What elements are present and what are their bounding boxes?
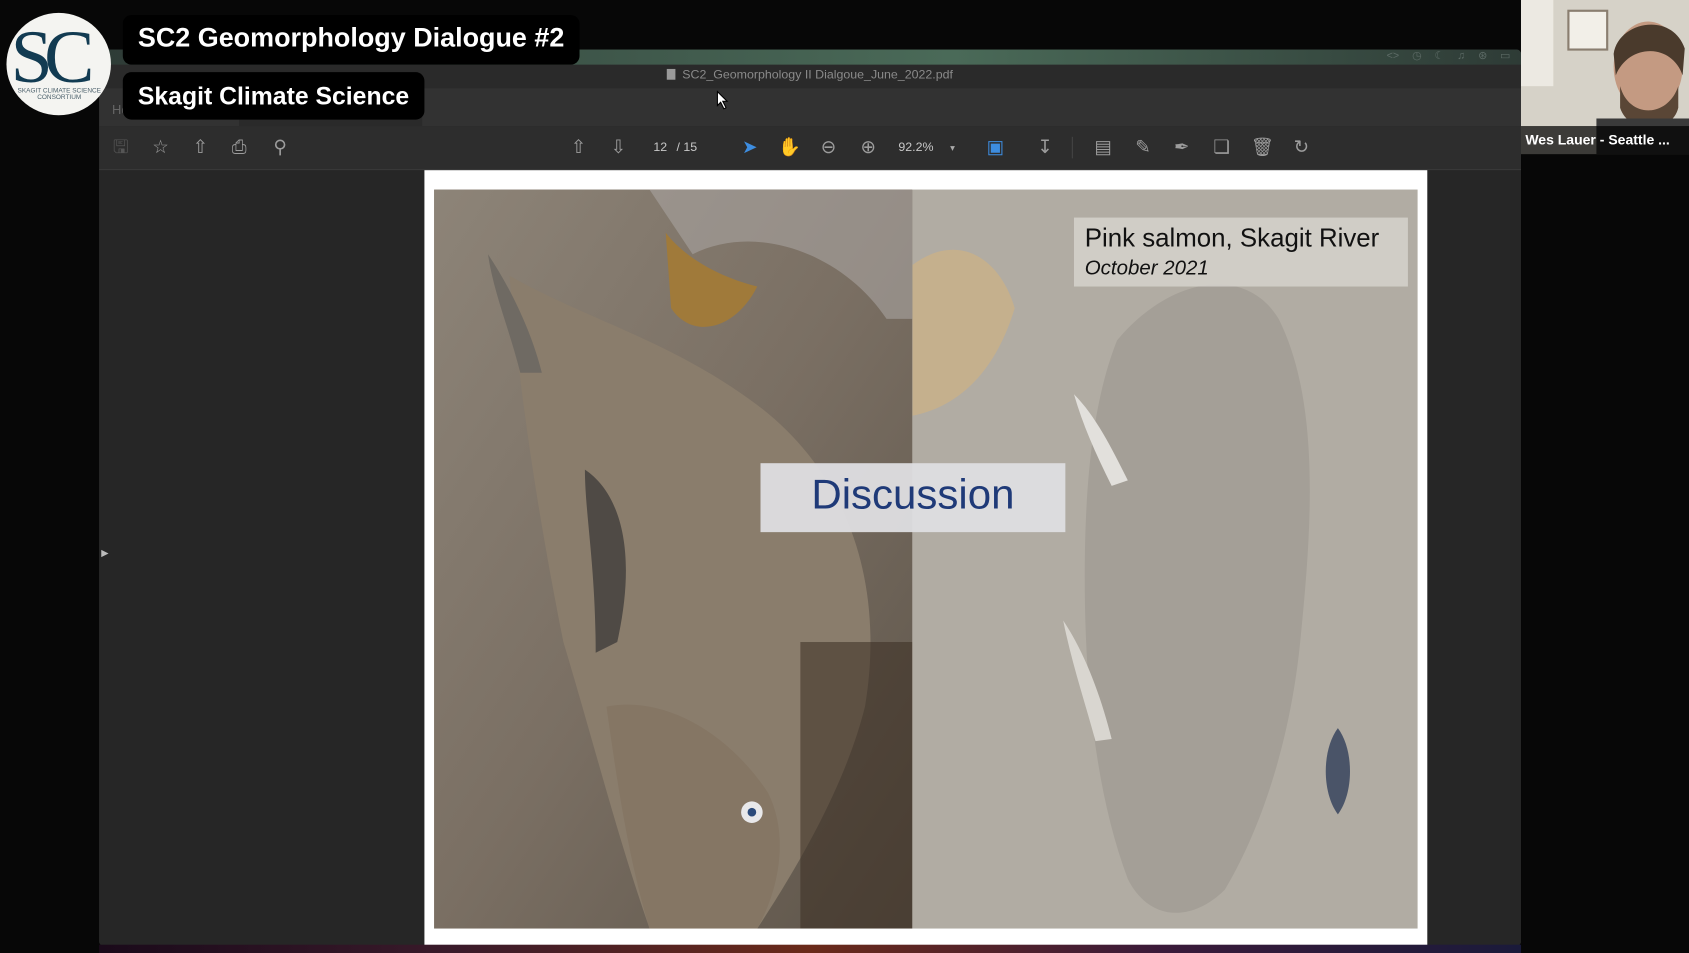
stamp-icon[interactable]: ❏: [1209, 135, 1235, 161]
pdf-toolbar: 🖫 ☆ ⇧ ⎙ ⚲ ⇧ ⇩ 12 / 15 ➤ ✋ ⊖ ⊕ 92.2% ▾ ▣ …: [99, 126, 1522, 171]
plus-circle-icon[interactable]: ⊕: [855, 135, 881, 161]
taskbar-strip: [99, 944, 1522, 953]
sign-icon[interactable]: ✒: [1169, 135, 1195, 161]
salmon-photo-left: [434, 189, 913, 929]
chevron-down-icon[interactable]: ▾: [950, 138, 955, 157]
organization-logo: SC SKAGIT CLIMATE SCIENCE CONSORTIUM: [6, 12, 111, 116]
print-icon[interactable]: ⎙: [226, 135, 252, 161]
pdf-viewer-window: <> ◷ ☾ ♫ ⊛ ▭ SC2_Geomorphology II Dialgo…: [99, 49, 1522, 946]
screen: <> ◷ ☾ ♫ ⊛ ▭ SC2_Geomorphology II Dialgo…: [0, 0, 1689, 953]
pointer-icon[interactable]: ➤: [737, 135, 763, 161]
star-icon[interactable]: ☆: [148, 135, 174, 161]
logo-subtext: SKAGIT CLIMATE SCIENCE CONSORTIUM: [17, 88, 101, 102]
comment-icon[interactable]: ▤: [1090, 135, 1116, 161]
salmon-photo-right: Pink salmon, Skagit River October 2021: [912, 189, 1418, 929]
fit-page-icon[interactable]: ▣: [982, 135, 1008, 161]
salmon-photo-left-graphic: [434, 189, 913, 929]
zoom-search-icon[interactable]: ⚲: [267, 135, 293, 161]
discussion-heading-box: Discussion: [760, 463, 1066, 533]
rotate-icon[interactable]: ↻: [1288, 135, 1314, 161]
code-icon: <>: [1386, 50, 1400, 63]
scroll-mode-icon[interactable]: ↧: [1032, 135, 1058, 161]
minus-circle-icon[interactable]: ⊖: [815, 135, 841, 161]
volume-icon: ♫: [1457, 50, 1466, 63]
caption-date: October 2021: [1084, 257, 1209, 281]
page-number-input[interactable]: 12: [644, 138, 676, 157]
discussion-heading: Discussion: [811, 471, 1015, 519]
arrow-down-circle-icon[interactable]: ⇩: [605, 135, 631, 161]
cloud-upload-icon[interactable]: ⇧: [187, 135, 213, 161]
pdf-file-icon: [667, 68, 676, 80]
pdf-page: Pink salmon, Skagit River October 2021 D…: [424, 170, 1428, 946]
organization-banner: Skagit Climate Science: [122, 72, 425, 120]
chevron-right-icon[interactable]: ▶: [101, 547, 108, 559]
slide-caption: Pink salmon, Skagit River October 2021: [1073, 217, 1408, 287]
document-title-text: SC2_Geomorphology II Dialgoue_June_2022.…: [682, 68, 953, 82]
moon-icon: ☾: [1434, 50, 1445, 63]
mouse-cursor-icon: [716, 90, 729, 110]
zoom-level[interactable]: 92.2%: [898, 138, 933, 157]
system-tray: <> ◷ ☾ ♫ ⊛ ▭: [1387, 51, 1511, 63]
hand-icon[interactable]: ✋: [777, 135, 803, 161]
participant-name: Wes Lauer - Seattle ...: [1521, 126, 1689, 155]
clock-icon: ◷: [1412, 50, 1422, 63]
participant-video[interactable]: Wes Lauer - Seattle ...: [1521, 0, 1689, 155]
save-icon[interactable]: 🖫: [108, 135, 134, 161]
caption-title: Pink salmon, Skagit River: [1084, 224, 1380, 254]
pen-icon[interactable]: ✎: [1130, 135, 1156, 161]
trash-icon[interactable]: 🗑: [1250, 135, 1276, 161]
arrow-up-circle-icon[interactable]: ⇧: [566, 135, 592, 161]
page-total: / 15: [676, 141, 698, 155]
toolbar-divider: [1071, 136, 1073, 159]
salmon-photo-right-graphic: [912, 189, 1418, 929]
battery-icon: ▭: [1500, 50, 1511, 63]
bluetooth-icon: ⊛: [1478, 50, 1488, 63]
meeting-title-banner: SC2 Geomorphology Dialogue #2: [122, 15, 580, 65]
document-area[interactable]: ▶ Pink salmon, Skagit River October 2021…: [99, 170, 1522, 946]
